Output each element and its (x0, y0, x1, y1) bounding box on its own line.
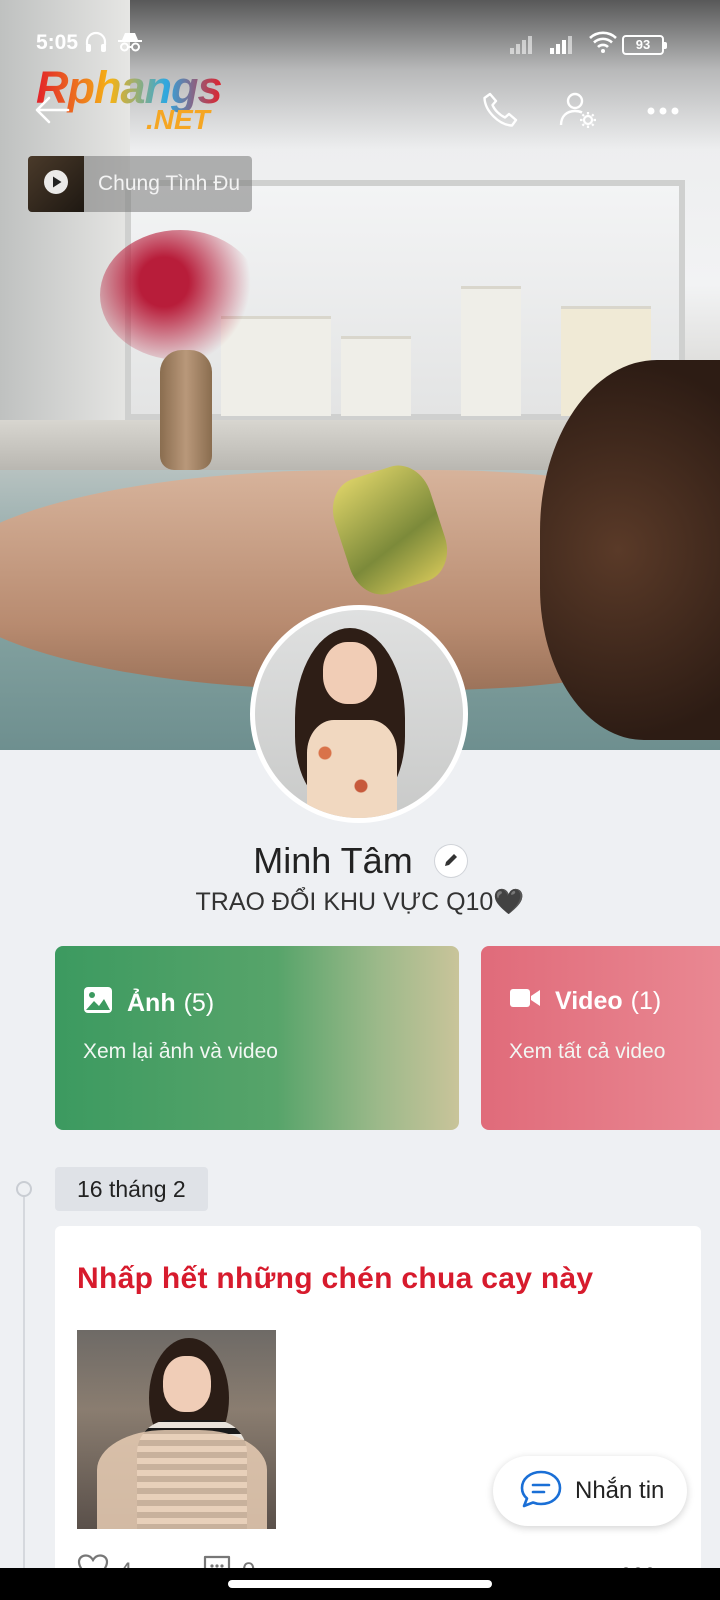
timeline-line (23, 1188, 25, 1600)
status-time: 5:05 (36, 31, 79, 54)
post-image-face (163, 1356, 211, 1412)
user-settings-icon (558, 90, 598, 135)
post-image[interactable] (77, 1330, 276, 1529)
videos-card-subtitle: Xem tất cả video (509, 1040, 666, 1063)
incognito-icon (117, 31, 143, 59)
timeline-dot (16, 1181, 32, 1197)
video-camera-icon (509, 986, 541, 1017)
photos-card[interactable]: Ảnh (5) Xem lại ảnh và video (55, 946, 459, 1130)
photos-card-title: Ảnh (5) (83, 986, 214, 1021)
headphones-icon (84, 31, 108, 59)
back-arrow-icon (34, 95, 70, 130)
post-card[interactable]: Nhấp hết những chén chua cay này 4 0 (55, 1226, 701, 1600)
watermark-text-domain: .NET (146, 104, 210, 135)
videos-card[interactable]: Video (1) Xem tất cả video (481, 946, 720, 1130)
cover-building (341, 336, 411, 416)
message-button[interactable]: Nhắn tin (493, 1456, 687, 1526)
music-cover-thumbnail (28, 156, 84, 212)
cover-vase (160, 350, 212, 470)
post-title: Nhấp hết những chén chua cay này (77, 1262, 594, 1295)
signal-icon (510, 34, 532, 54)
wifi-icon (588, 30, 618, 60)
profile-music-chip[interactable]: Chung Tình Đu (28, 156, 252, 212)
avatar-photo (255, 610, 463, 818)
signal-icon (550, 34, 572, 54)
phone-icon (481, 91, 519, 134)
system-nav-bar (0, 1568, 720, 1600)
photos-card-count: (5) (183, 989, 215, 1017)
profile-name: Minh Tâm (253, 840, 413, 882)
more-options-button[interactable] (641, 90, 685, 134)
post-image-coat (97, 1430, 267, 1529)
status-bar: 5:05 93 (0, 0, 720, 68)
chat-bubble-icon (519, 1469, 563, 1514)
call-button[interactable] (478, 90, 522, 134)
more-icon (646, 103, 680, 121)
battery-icon: 93 (622, 35, 667, 55)
profile-settings-button[interactable] (556, 90, 600, 134)
profile-name-row: Minh Tâm (0, 838, 720, 882)
home-indicator[interactable] (228, 1580, 492, 1588)
photos-card-subtitle: Xem lại ảnh và video (83, 1040, 278, 1063)
photos-card-label: Ảnh (127, 989, 176, 1017)
videos-card-count: (1) (630, 987, 662, 1015)
avatar-dress (307, 720, 397, 818)
music-title: Chung Tình Đu (98, 172, 241, 195)
edit-name-button[interactable] (434, 845, 467, 878)
cover-flowers (100, 230, 260, 360)
videos-card-title: Video (1) (509, 986, 661, 1017)
play-icon (43, 169, 69, 200)
videos-card-label: Video (555, 987, 623, 1015)
profile-avatar[interactable] (250, 605, 468, 823)
cover-building (461, 286, 521, 416)
message-button-label: Nhắn tin (575, 1477, 665, 1504)
timeline-date: 16 tháng 2 (55, 1167, 208, 1211)
pencil-icon (443, 851, 459, 870)
battery-level: 93 (635, 37, 651, 52)
image-icon (83, 986, 113, 1021)
profile-bio: TRAO ĐỔI KHU VỰC Q10🖤 (195, 888, 525, 916)
back-button[interactable] (30, 90, 74, 134)
avatar-face (323, 642, 377, 704)
